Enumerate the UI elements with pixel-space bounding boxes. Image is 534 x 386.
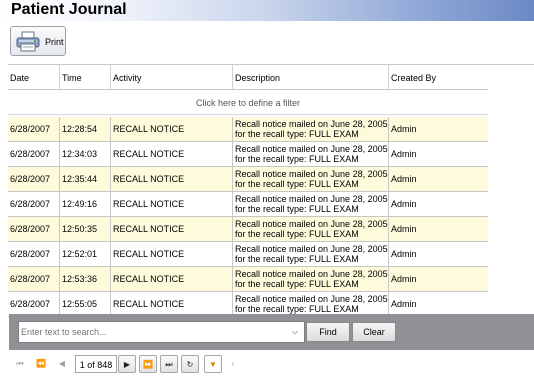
cell-created-by: Admin xyxy=(391,149,417,159)
print-button[interactable]: Print xyxy=(10,26,66,56)
cell-activity: RECALL NOTICE xyxy=(111,192,233,217)
cell-time: 12:50:35 xyxy=(60,217,111,242)
description-line-1: Recall notice mailed on June 28, 2005 xyxy=(235,269,388,279)
description-line-2: for the recall type: FULL EXAM xyxy=(235,154,359,164)
filter-icon[interactable]: ▼ xyxy=(204,355,222,373)
description-line-1: Recall notice mailed on June 28, 2005 xyxy=(235,144,388,154)
table-row[interactable]: 6/28/2007 12:35:44 RECALL NOTICE Recall not… xyxy=(8,167,488,192)
cell-created-by: Admin xyxy=(391,249,417,259)
description-line-2: for the recall type: FULL EXAM xyxy=(235,279,359,289)
column-header-created-by[interactable]: Created By xyxy=(389,65,488,90)
cell-description: Recall notice mailed on June 28, 2005 for… xyxy=(233,192,389,217)
cell-time: 12:52:01 xyxy=(60,242,111,267)
cell-date: 6/28/2007 xyxy=(8,217,60,242)
cell-created-by: Admin xyxy=(391,274,417,284)
clear-button[interactable]: Clear xyxy=(352,322,396,342)
previous-page-group-icon[interactable]: ⏪ xyxy=(32,355,50,373)
description-line-2: for the recall type: FULL EXAM xyxy=(235,304,359,314)
description-line-2: for the recall type: FULL EXAM xyxy=(235,254,359,264)
table-row[interactable]: 6/28/2007 12:52:01 RECALL NOTICE Recall not… xyxy=(8,242,488,267)
cell-activity: RECALL NOTICE xyxy=(111,117,233,142)
cell-date: 6/28/2007 xyxy=(8,167,60,192)
cell-description: Recall notice mailed on June 28, 2005 for… xyxy=(233,167,389,192)
page-info: 1 of 848 xyxy=(75,355,117,373)
cell-created-by: Admin xyxy=(391,199,417,209)
cell-date: 6/28/2007 xyxy=(8,242,60,267)
journal-grid: Date Time Activity Description Created B… xyxy=(8,64,534,317)
search-panel: ⌵ Find Clear xyxy=(9,314,534,350)
description-line-1: Recall notice mailed on June 28, 2005 xyxy=(235,244,388,254)
page-title: Patient Journal xyxy=(11,1,127,18)
cell-activity: RECALL NOTICE xyxy=(111,217,233,242)
grid-header: Date Time Activity Description Created B… xyxy=(8,65,488,90)
filter-hint: Click here to define a filter xyxy=(195,98,301,108)
collapse-icon[interactable]: ‹ xyxy=(224,355,242,373)
cell-created-by: Admin xyxy=(391,174,417,184)
printer-icon xyxy=(15,31,41,53)
cell-time: 12:53:36 xyxy=(60,267,111,292)
cell-time: 12:49:16 xyxy=(60,192,111,217)
column-header-description[interactable]: Description xyxy=(233,65,389,90)
cell-activity: RECALL NOTICE xyxy=(111,267,233,292)
cell-description: Recall notice mailed on June 28, 2005 for… xyxy=(233,117,389,142)
cell-time: 12:35:44 xyxy=(60,167,111,192)
cell-description: Recall notice mailed on June 28, 2005 for… xyxy=(233,142,389,167)
next-page-group-icon[interactable]: ⏩ xyxy=(139,355,157,373)
cell-date: 6/28/2007 xyxy=(8,142,60,167)
description-line-1: Recall notice mailed on June 28, 2005 xyxy=(235,194,388,204)
search-combobox[interactable]: ⌵ xyxy=(18,321,305,343)
cell-date: 6/28/2007 xyxy=(8,192,60,217)
cell-description: Recall notice mailed on June 28, 2005 for… xyxy=(233,217,389,242)
description-line-2: for the recall type: FULL EXAM xyxy=(235,179,359,189)
column-header-activity[interactable]: Activity xyxy=(111,65,233,90)
pager: ⏮ ⏪ ◀ 1 of 848 ▶ ⏩ ⏭ ↻ ▼ ‹ xyxy=(9,352,534,376)
find-button[interactable]: Find xyxy=(306,322,350,342)
title-bar: Patient Journal xyxy=(0,0,534,21)
chevron-down-icon[interactable]: ⌵ xyxy=(289,326,301,338)
cell-description: Recall notice mailed on June 28, 2005 for… xyxy=(233,267,389,292)
cell-activity: RECALL NOTICE xyxy=(111,142,233,167)
description-line-1: Recall notice mailed on June 28, 2005 xyxy=(235,119,388,129)
cell-created-by: Admin xyxy=(391,124,417,134)
filter-row[interactable]: Click here to define a filter xyxy=(8,91,488,115)
cell-description: Recall notice mailed on June 28, 2005 for… xyxy=(233,242,389,267)
description-line-2: for the recall type: FULL EXAM xyxy=(235,129,359,139)
table-row[interactable]: 6/28/2007 12:53:36 RECALL NOTICE Recall not… xyxy=(8,267,488,292)
cell-activity: RECALL NOTICE xyxy=(111,242,233,267)
column-header-time[interactable]: Time xyxy=(60,65,111,90)
refresh-icon[interactable]: ↻ xyxy=(181,355,199,373)
search-input[interactable] xyxy=(21,324,283,340)
description-line-2: for the recall type: FULL EXAM xyxy=(235,204,359,214)
previous-page-icon[interactable]: ◀ xyxy=(53,355,71,373)
description-line-1: Recall notice mailed on June 28, 2005 xyxy=(235,169,388,179)
column-header-date[interactable]: Date xyxy=(8,65,60,90)
cell-activity: RECALL NOTICE xyxy=(111,167,233,192)
description-line-2: for the recall type: FULL EXAM xyxy=(235,229,359,239)
cell-date: 6/28/2007 xyxy=(8,267,60,292)
cell-created-by: Admin xyxy=(391,224,417,234)
cell-time: 12:34:03 xyxy=(60,142,111,167)
print-label: Print xyxy=(45,37,64,47)
last-page-icon[interactable]: ⏭ xyxy=(160,355,178,373)
cell-time: 12:28:54 xyxy=(60,117,111,142)
next-page-icon[interactable]: ▶ xyxy=(118,355,136,373)
grid-empty-area xyxy=(488,65,534,315)
table-row[interactable]: 6/28/2007 12:34:03 RECALL NOTICE Recall not… xyxy=(8,142,488,167)
description-line-1: Recall notice mailed on June 28, 2005 xyxy=(235,294,388,304)
cell-date: 6/28/2007 xyxy=(8,117,60,142)
first-page-icon[interactable]: ⏮ xyxy=(11,355,29,373)
description-line-1: Recall notice mailed on June 28, 2005 xyxy=(235,219,388,229)
table-row[interactable]: 6/28/2007 12:49:16 RECALL NOTICE Recall not… xyxy=(8,192,488,217)
table-row[interactable]: 6/28/2007 12:50:35 RECALL NOTICE Recall not… xyxy=(8,217,488,242)
toolbar: Print xyxy=(0,22,534,62)
table-row[interactable]: 6/28/2007 12:28:54 RECALL NOTICE Recall not… xyxy=(8,117,488,142)
